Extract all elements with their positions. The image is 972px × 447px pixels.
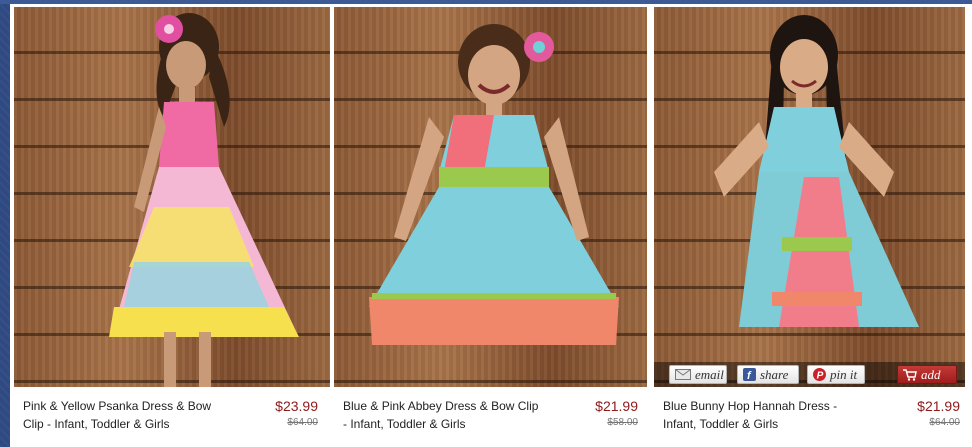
girl-in-dress-illustration (109, 13, 299, 387)
product-old-price: $64.00 (287, 417, 318, 428)
pinterest-pin-button[interactable]: P pin it (807, 365, 865, 384)
add-label: add (921, 366, 941, 382)
product-grid: Pink & Yellow Psanka Dress & Bow Clip - … (10, 4, 972, 447)
product-image[interactable] (14, 7, 331, 387)
product-title[interactable]: Blue Bunny Hop Hannah Dress - Infant, To… (663, 397, 863, 433)
product-old-price: $58.00 (607, 417, 638, 428)
add-to-cart-button[interactable]: add (897, 365, 957, 384)
facebook-icon: f (743, 368, 756, 381)
envelope-icon (675, 369, 691, 380)
product-title[interactable]: Pink & Yellow Psanka Dress & Bow Clip - … (23, 397, 223, 433)
product-price: $23.99 (275, 398, 318, 414)
product-old-price: $64.00 (929, 417, 960, 428)
share-label: share (760, 366, 789, 382)
email-button[interactable]: email (669, 365, 727, 384)
email-label: email (695, 366, 724, 382)
product-image[interactable] (654, 7, 965, 387)
product-image[interactable] (334, 7, 647, 387)
product-price: $21.99 (595, 398, 638, 414)
product-card[interactable]: Pink & Yellow Psanka Dress & Bow Clip - … (10, 4, 331, 447)
pin-label: pin it (830, 366, 858, 382)
facebook-share-button[interactable]: f share (737, 365, 799, 384)
shopping-cart-icon (903, 368, 917, 381)
product-card[interactable]: email f share P pin it add Blue Bunny Ho… (650, 4, 972, 447)
product-title[interactable]: Blue & Pink Abbey Dress & Bow Clip - Inf… (343, 397, 543, 433)
girl-in-dress-illustration (714, 15, 919, 327)
product-action-bar: email f share P pin it add (654, 362, 965, 387)
pinterest-icon: P (813, 368, 826, 381)
girl-in-dress-illustration (369, 24, 619, 345)
product-card[interactable]: Blue & Pink Abbey Dress & Bow Clip - Inf… (330, 4, 650, 447)
svg-text:P: P (817, 371, 824, 382)
product-price: $21.99 (917, 398, 960, 414)
